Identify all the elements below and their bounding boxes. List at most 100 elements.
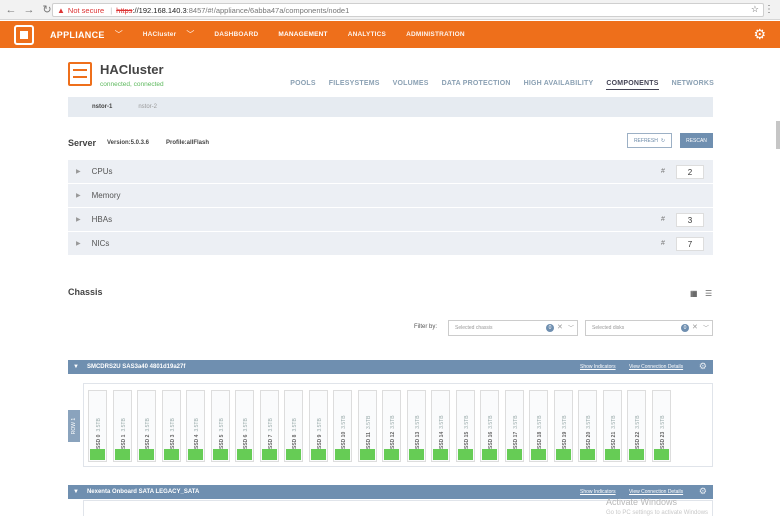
view-connection-details-link[interactable]: View Connection Details — [629, 489, 683, 495]
refresh-icon: ↻ — [660, 137, 666, 144]
scrollbar-thumb[interactable] — [776, 121, 780, 149]
disk-slot[interactable]: SSD 5 3.5TB — [210, 390, 230, 462]
grid-view-icon[interactable]: ▦ — [690, 289, 698, 298]
chassis-filter-select[interactable]: Selected chassis 0 ✕ ﹀ — [448, 320, 578, 336]
clear-icon[interactable]: ✕ — [557, 323, 563, 331]
row-label: ROW 1 — [68, 410, 80, 442]
url-scheme: https — [116, 5, 133, 15]
disk-slot[interactable]: SSD 14 3.5TB — [431, 390, 450, 462]
disk-label-text: SSD 9 3.5TB — [317, 418, 323, 449]
disk-slot-name: SSD 19 — [561, 431, 568, 449]
disk-label: SSD 5 3.5TB — [216, 397, 226, 449]
forward-icon[interactable]: → — [22, 3, 36, 17]
disk-slot[interactable]: SSD 20 3.5TB — [578, 390, 597, 462]
chevron-down-icon[interactable]: ﹀ — [703, 323, 709, 332]
disk-slot[interactable]: SSD 7 3.5TB — [259, 390, 279, 462]
tab-filesystems[interactable]: FILESYSTEMS — [329, 80, 380, 90]
enclosure-header[interactable]: ▼ SMCDRS2U SAS3a40 4801d19a27f Show Indi… — [68, 360, 713, 374]
show-indicators-link[interactable]: Show Indicators — [580, 364, 616, 370]
bookmark-star-icon[interactable]: ☆ — [751, 4, 759, 15]
tab-pools[interactable]: POOLS — [290, 80, 316, 90]
component-row-nics[interactable]: ▶ NICs # 7 — [68, 232, 713, 256]
disk-slot[interactable]: SSD 17 3.5TB — [504, 390, 524, 462]
disk-slot[interactable]: SSD 4 3.5TB — [186, 390, 205, 462]
server-version: Version:5.0.3.6 — [107, 140, 150, 146]
tab-volumes[interactable]: VOLUMES — [393, 80, 429, 90]
disk-slot-name: SSD 17 — [512, 431, 519, 449]
disk-slot[interactable]: SSD 22 3.5TB — [627, 390, 646, 462]
settings-gear-icon[interactable]: ⚙ — [753, 27, 766, 41]
disk-label-text: SSD 20 3.5TB — [586, 415, 592, 449]
refresh-button[interactable]: REFRESH ↻ — [627, 133, 672, 148]
expand-arrow-icon[interactable]: ▶ — [76, 240, 81, 247]
subtab-nstor-1[interactable]: nstor-1 — [92, 104, 112, 110]
enclosure-settings-icon[interactable]: ⚙ — [699, 361, 707, 372]
disk-slot[interactable]: SSD 0 3.5TB — [88, 390, 107, 462]
component-row-memory[interactable]: ▶ Memory — [68, 184, 713, 208]
disk-label-text: SSD 13 3.5TB — [415, 415, 421, 449]
chevron-down-icon[interactable]: ﹀ — [186, 29, 194, 40]
disk-slot[interactable]: SSD 8 3.5TB — [284, 390, 303, 462]
rescan-button[interactable]: RESCAN — [680, 133, 713, 148]
disk-slot[interactable]: SSD 23 3.5TB — [651, 390, 671, 462]
disk-status-led — [188, 449, 203, 460]
disk-label: SSD 0 3.5TB — [93, 397, 103, 449]
disk-slot[interactable]: SSD 19 3.5TB — [553, 390, 573, 462]
disk-slot[interactable]: SSD 13 3.5TB — [406, 390, 426, 462]
brand-label[interactable]: APPLIANCE — [50, 30, 105, 40]
url-host: ://192.168.140.3 — [132, 5, 187, 15]
disk-slot[interactable]: SSD 11 3.5TB — [357, 390, 377, 462]
disk-status-led — [604, 449, 620, 460]
disk-slot[interactable]: SSD 15 3.5TB — [455, 390, 475, 462]
collapse-arrow-icon[interactable]: ▼ — [73, 364, 79, 370]
disk-slot[interactable]: SSD 6 3.5TB — [235, 390, 254, 462]
tab-networks[interactable]: NETWORKS — [672, 80, 714, 90]
collapse-arrow-icon[interactable]: ▼ — [73, 489, 79, 495]
enclosure-settings-icon[interactable]: ⚙ — [699, 486, 707, 497]
disk-slot[interactable]: SSD 18 3.5TB — [529, 390, 548, 462]
expand-arrow-icon[interactable]: ▶ — [76, 168, 81, 175]
url-path: :8457/#!/appliance/6abba47a/components/n… — [186, 5, 350, 15]
activate-windows-title: Activate Windows — [606, 497, 678, 507]
disks-filter-select[interactable]: Selected disks 0 ✕ ﹀ — [585, 320, 713, 336]
view-connection-details-link[interactable]: View Connection Details — [629, 364, 683, 370]
nav-management[interactable]: MANAGEMENT — [278, 31, 327, 38]
tab-data-protection[interactable]: DATA PROTECTION — [442, 80, 511, 90]
expand-arrow-icon[interactable]: ▶ — [76, 216, 81, 223]
disk-slot[interactable]: SSD 1 3.5TB — [112, 390, 132, 462]
disk-slot-name: SSD 9 — [316, 434, 323, 449]
chevron-down-icon[interactable]: ﹀ — [568, 323, 574, 332]
back-icon[interactable]: ← — [4, 3, 18, 17]
row-label-text: ROW 1 — [71, 417, 78, 435]
nav-dashboard[interactable]: DASHBOARD — [214, 31, 258, 38]
appliance-logo-icon[interactable] — [14, 24, 34, 45]
disk-label: SSD 21 3.5TB — [608, 397, 618, 449]
component-row-cpus[interactable]: ▶ CPUs # 2 — [68, 160, 713, 184]
expand-arrow-icon[interactable]: ▶ — [76, 192, 81, 199]
disk-slot-name: SSD 18 — [537, 431, 543, 449]
disk-slot[interactable]: SSD 16 3.5TB — [480, 390, 499, 462]
browser-menu-icon[interactable]: ⋮ — [764, 4, 774, 16]
disk-slot[interactable]: SSD 2 3.5TB — [137, 390, 156, 462]
disk-slot[interactable]: SSD 21 3.5TB — [602, 390, 622, 462]
disk-slot[interactable]: SSD 12 3.5TB — [382, 390, 401, 462]
disk-label-text: SSD 10 3.5TB — [341, 415, 347, 449]
chevron-down-icon[interactable]: ﹀ — [115, 29, 123, 40]
address-bar[interactable]: ▲ Not secure | https ://192.168.140.3 :8… — [52, 3, 764, 17]
disk-slot-name: SSD 14 — [439, 431, 445, 449]
disk-slot[interactable]: SSD 10 3.5TB — [333, 390, 352, 462]
cluster-nav[interactable]: HACluster — [143, 31, 177, 38]
clear-icon[interactable]: ✕ — [692, 323, 698, 331]
tab-components[interactable]: COMPONENTS — [606, 80, 659, 90]
disk-slot[interactable]: SSD 9 3.5TB — [308, 390, 328, 462]
tab-high-availability[interactable]: HIGH AVAILABILITY — [524, 80, 594, 90]
component-row-hbas[interactable]: ▶ HBAs # 3 — [68, 208, 713, 232]
nav-analytics[interactable]: ANALYTICS — [348, 31, 386, 38]
disk-label: SSD 23 3.5TB — [657, 397, 667, 449]
show-indicators-link[interactable]: Show Indicators — [580, 489, 616, 495]
disk-slot[interactable]: SSD 3 3.5TB — [161, 390, 181, 462]
list-view-icon[interactable]: ☰ — [705, 289, 712, 298]
nav-administration[interactable]: ADMINISTRATION — [406, 31, 465, 38]
disk-size: 3.5TB — [463, 415, 470, 429]
subtab-nstor-2[interactable]: nstor-2 — [138, 104, 157, 110]
